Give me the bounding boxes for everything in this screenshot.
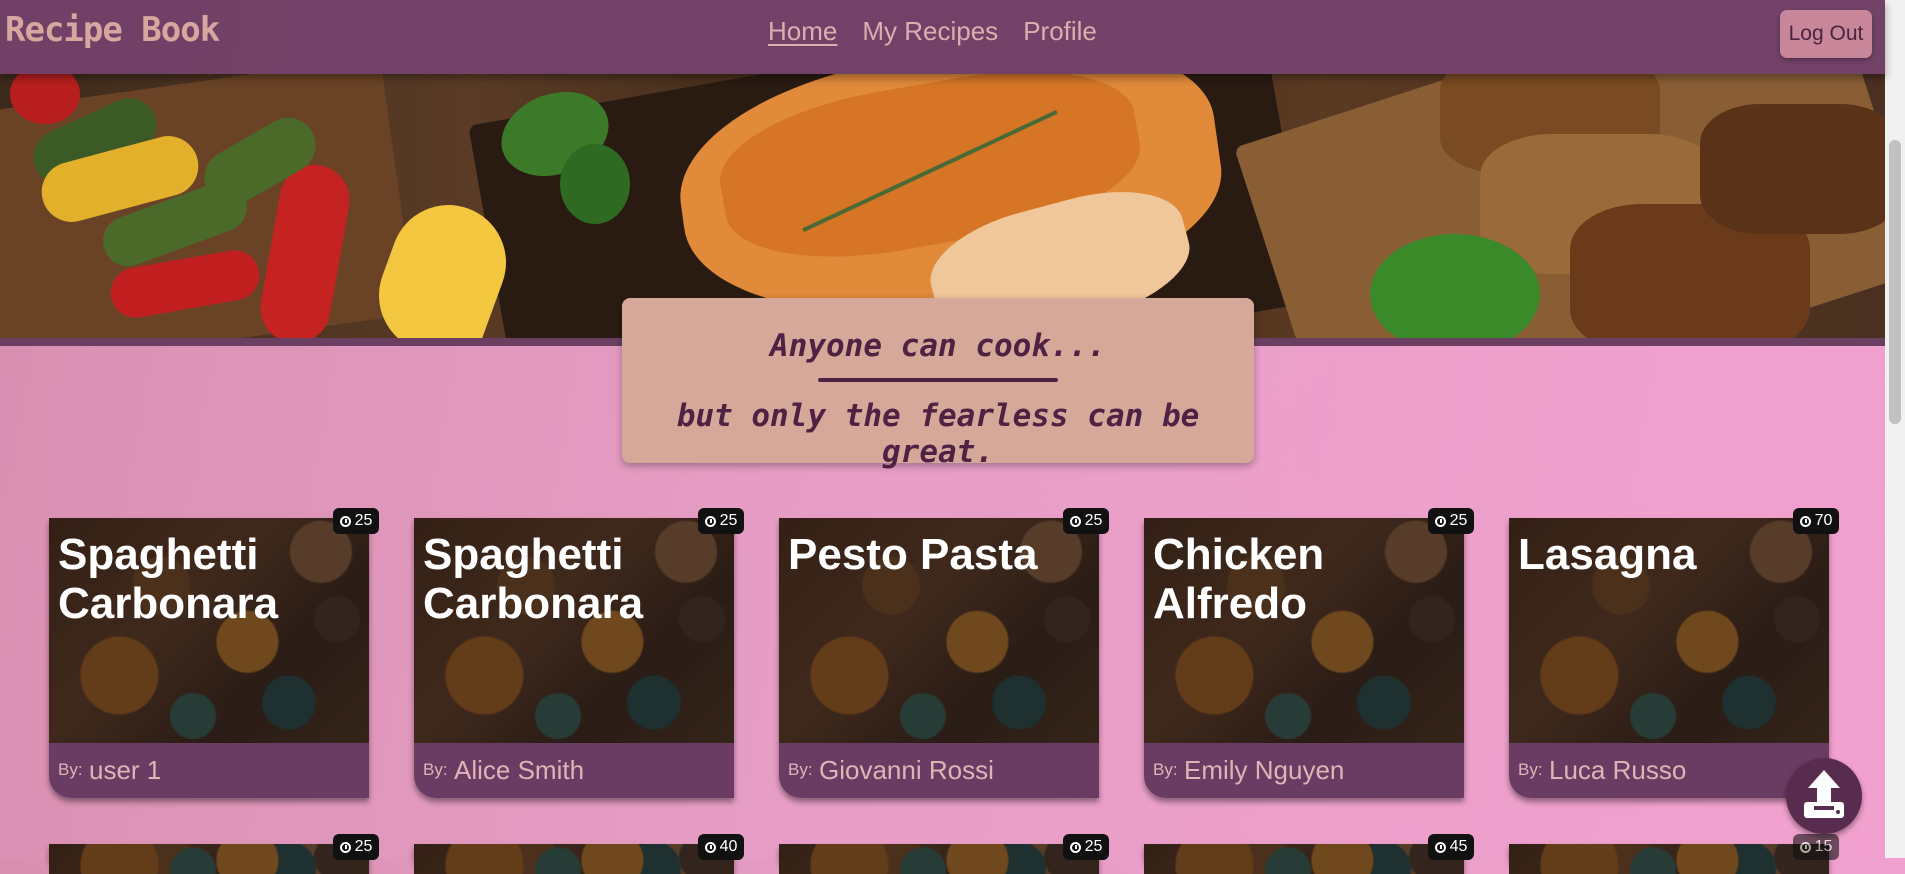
recipe-title: Pesto Pasta [788, 530, 1038, 579]
recipe-title: Chicken Alfredo [1153, 530, 1325, 628]
brand-logo[interactable]: Recipe Book [5, 10, 220, 50]
cook-time-badge: 25 [333, 834, 379, 860]
recipe-author: Giovanni Rossi [819, 755, 994, 785]
clock-icon [1434, 841, 1446, 853]
scrollbar-thumb[interactable] [1889, 140, 1901, 424]
recipe-title: Spaghetti Carbonara [58, 530, 279, 628]
quote-divider [818, 378, 1058, 382]
nav-home-link[interactable]: Home [768, 16, 837, 47]
recipe-author: Emily Nguyen [1184, 755, 1345, 785]
recipe-card[interactable]: 25 [49, 834, 379, 874]
clock-icon [1069, 841, 1081, 853]
recipe-card-image [1144, 844, 1464, 874]
cook-time-badge: 25 [698, 508, 744, 534]
cook-time-badge: 25 [333, 508, 379, 534]
clock-icon [704, 841, 716, 853]
clock-icon [1799, 515, 1811, 527]
clock-icon [339, 841, 351, 853]
clock-icon [339, 515, 351, 527]
nav-my-recipes-link[interactable]: My Recipes [862, 16, 998, 47]
recipe-title: Spaghetti Carbonara [423, 530, 644, 628]
cook-time-badge: 25 [1063, 834, 1109, 860]
cook-time-badge: 40 [698, 834, 744, 860]
upload-recipe-button[interactable] [1786, 758, 1862, 834]
cook-time-badge: 25 [1428, 508, 1474, 534]
cook-time-badge: 25 [1063, 508, 1109, 534]
recipe-card[interactable]: 15 [1509, 834, 1839, 874]
quote-box: Anyone can cook... but only the fearless… [622, 298, 1254, 470]
recipe-card-image [1509, 844, 1829, 874]
recipe-title: Lasagna [1518, 530, 1697, 579]
cook-time-badge: 15 [1793, 834, 1839, 860]
by-label: By: [423, 760, 448, 779]
recipe-card[interactable]: 25 [779, 834, 1109, 874]
recipe-card[interactable]: 45 [1144, 834, 1474, 874]
clock-icon [704, 515, 716, 527]
by-label: By: [788, 760, 813, 779]
recipe-card-image [779, 844, 1099, 874]
by-label: By: [1518, 760, 1543, 779]
recipe-card[interactable]: Spaghetti Carbonara 25 By: user 1 [49, 508, 379, 798]
clock-icon [1799, 841, 1811, 853]
quote-line-1: Anyone can cook... [770, 328, 1106, 364]
cook-time-badge: 45 [1428, 834, 1474, 860]
recipe-card[interactable]: Pesto Pasta 25 By: Giovanni Rossi [779, 508, 1109, 798]
upload-icon [1804, 770, 1844, 818]
nav-links: Home My Recipes Profile [768, 16, 1097, 47]
recipe-card-footer: By: Emily Nguyen [1144, 743, 1464, 798]
recipe-card[interactable]: Spaghetti Carbonara 25 By: Alice Smith [414, 508, 744, 798]
recipe-card-image [49, 844, 369, 874]
recipe-card-footer: By: Alice Smith [414, 743, 734, 798]
page-scrollbar[interactable] [1885, 0, 1905, 858]
recipe-card[interactable]: 40 [414, 834, 744, 874]
clock-icon [1434, 515, 1446, 527]
quote-line-2: but only the fearless can be great. [676, 398, 1200, 470]
logout-button[interactable]: Log Out [1780, 10, 1872, 58]
recipe-card-footer: By: Luca Russo [1509, 743, 1829, 798]
recipe-card[interactable]: Lasagna 70 By: Luca Russo [1509, 508, 1839, 798]
cook-time-badge: 70 [1793, 508, 1839, 534]
recipe-author: user 1 [89, 755, 162, 785]
by-label: By: [1153, 760, 1178, 779]
navbar: Recipe Book Home My Recipes Profile Log … [0, 0, 1885, 74]
recipe-card-footer: By: user 1 [49, 743, 369, 798]
recipe-card-footer: By: Giovanni Rossi [779, 743, 1099, 798]
nav-profile-link[interactable]: Profile [1023, 16, 1097, 47]
recipe-author: Luca Russo [1549, 755, 1687, 785]
recipe-author: Alice Smith [454, 755, 585, 785]
clock-icon [1069, 515, 1081, 527]
recipe-card[interactable]: Chicken Alfredo 25 By: Emily Nguyen [1144, 508, 1474, 798]
recipe-card-image [414, 844, 734, 874]
by-label: By: [58, 760, 83, 779]
